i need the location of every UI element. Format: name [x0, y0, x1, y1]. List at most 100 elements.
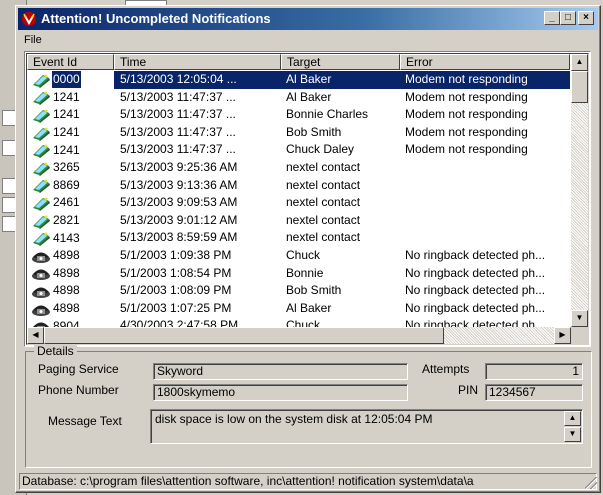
- list-row[interactable]: 0000 5/13/2003 12:05:04 ... Al Baker Modem …: [27, 71, 570, 89]
- close-button[interactable]: ×: [578, 11, 594, 25]
- message-text-value: disk space is low on the system disk at …: [155, 412, 433, 426]
- message-scroll-up-button[interactable]: ▲: [564, 411, 581, 426]
- pager-icon: [30, 125, 52, 141]
- horizontal-scroll-thumb[interactable]: [44, 327, 444, 344]
- cell-event-id: 2461: [27, 194, 114, 212]
- cell-time: 5/13/2003 12:05:04 ...: [114, 71, 281, 89]
- cell-time: 5/13/2003 11:47:37 ...: [120, 107, 236, 122]
- list-row[interactable]: 1241 5/13/2003 11:47:37 ... Bonnie Charles…: [27, 106, 570, 124]
- cell-error: Modem not responding: [405, 142, 528, 157]
- vertical-scrollbar[interactable]: ▲ ▼: [571, 54, 588, 327]
- cell-target: Bonnie: [286, 265, 324, 280]
- list-row[interactable]: 2461 5/13/2003 9:09:53 AM nextel contact: [27, 194, 570, 212]
- list-row[interactable]: 4898 5/1/2003 1:09:38 PM Chuck No ringback …: [27, 247, 570, 265]
- event-id-text: 4898: [53, 265, 80, 280]
- column-header-time[interactable]: Time: [114, 54, 281, 70]
- cell-error: [400, 212, 570, 230]
- scroll-right-button[interactable]: ▶: [554, 327, 571, 344]
- event-id-text: 1241: [53, 107, 80, 122]
- cell-event-id: 1241: [27, 141, 114, 159]
- cell-target: nextel contact: [286, 159, 361, 174]
- cell-error: No ringback detected ph...: [405, 283, 546, 298]
- cell-time: 5/13/2003 11:47:37 ...: [120, 142, 236, 157]
- cell-event-id: 4898: [27, 247, 114, 265]
- status-text: Database: c:\program files\attention sof…: [22, 474, 474, 488]
- details-group-label: Details: [34, 344, 77, 358]
- details-group: Details Paging Service Skyword Attempts …: [25, 344, 592, 468]
- list-row[interactable]: 4898 5/1/2003 1:08:09 PM Bob Smith No ringb…: [27, 282, 570, 300]
- event-id-text: 1241: [53, 142, 80, 157]
- cell-event-id: 4143: [27, 229, 114, 247]
- column-header-error[interactable]: Error: [400, 54, 570, 70]
- cell-time: 5/13/2003 9:13:36 AM: [120, 177, 238, 192]
- notifications-list[interactable]: Event Id Time Target Error 0000 5/13/2003…: [24, 51, 591, 347]
- event-id-text: 8869: [53, 177, 80, 192]
- pager-icon: [30, 177, 52, 194]
- message-scroll-down-button[interactable]: ▼: [564, 427, 581, 442]
- event-id-text: 2461: [53, 195, 80, 210]
- list-row[interactable]: 1241 5/13/2003 11:47:37 ... Chuck Daley Mod…: [27, 141, 570, 159]
- message-text-area[interactable]: disk space is low on the system disk at …: [150, 409, 583, 444]
- cell-error: [400, 194, 570, 212]
- vertical-scroll-thumb[interactable]: [571, 71, 588, 103]
- list-row[interactable]: 4143 5/13/2003 8:59:59 AM nextel contact: [27, 229, 570, 247]
- list-row[interactable]: 4898 5/1/2003 1:07:25 PM Al Baker No ringba…: [27, 300, 570, 318]
- phone-icon: [30, 301, 52, 317]
- menu-file[interactable]: File: [24, 34, 42, 46]
- cell-time: 5/13/2003 8:59:59 AM: [120, 230, 238, 245]
- cell-time: 5/13/2003 9:09:53 AM: [120, 195, 238, 210]
- cell-target: Al Baker: [286, 300, 332, 315]
- cell-time: 5/1/2003 1:07:25 PM: [120, 300, 232, 315]
- cell-target: Al Baker: [286, 89, 332, 104]
- cell-target: nextel contact: [286, 212, 361, 227]
- scroll-down-button[interactable]: ▼: [571, 310, 588, 327]
- event-id-text: 3265: [53, 160, 80, 175]
- event-id-text: 1241: [53, 125, 80, 140]
- column-header-target[interactable]: Target: [281, 54, 400, 70]
- title-bar[interactable]: Attention! Uncompleted Notifications _ □…: [18, 8, 598, 30]
- horizontal-scrollbar[interactable]: ◀ ▶: [27, 327, 571, 344]
- cell-error: Modem not responding: [405, 107, 528, 122]
- cell-time: 5/13/2003 9:25:36 AM: [120, 159, 238, 174]
- resize-grip[interactable]: [585, 477, 597, 489]
- cell-target: nextel contact: [286, 177, 361, 192]
- scroll-left-button[interactable]: ◀: [27, 327, 44, 344]
- phone-icon: [30, 248, 52, 264]
- cell-error: No ringback detected ph...: [405, 300, 546, 315]
- pager-icon: [30, 230, 52, 247]
- list-row[interactable]: 3265 5/13/2003 9:25:36 AM nextel contact: [27, 159, 570, 177]
- paging-service-label: Paging Service: [38, 362, 119, 376]
- cell-error: No ringback detected ph...: [405, 247, 546, 262]
- cell-error: [400, 159, 570, 177]
- phone-icon: [30, 283, 52, 299]
- attempts-field: 1: [485, 363, 583, 380]
- list-rows: 0000 5/13/2003 12:05:04 ... Al Baker Modem …: [27, 71, 570, 335]
- cell-target: Chuck: [286, 247, 321, 262]
- pin-label: PIN: [458, 383, 479, 397]
- message-text-label: Message Text: [48, 414, 122, 428]
- paging-service-field: Skyword: [153, 363, 408, 380]
- cell-event-id: 1241: [27, 89, 114, 107]
- attempts-label: Attempts: [422, 362, 470, 376]
- event-id-text: 2821: [53, 213, 80, 228]
- event-id-text: 0000: [51, 71, 82, 89]
- list-row[interactable]: 2821 5/13/2003 9:01:12 AM nextel contact: [27, 212, 570, 230]
- event-id-text: 4898: [53, 283, 80, 298]
- column-header-event-id[interactable]: Event Id: [27, 54, 114, 70]
- minimize-button[interactable]: _: [544, 11, 560, 25]
- cell-time: 5/13/2003 9:01:12 AM: [120, 212, 238, 227]
- list-row[interactable]: 4898 5/1/2003 1:08:54 PM Bonnie No ringback…: [27, 265, 570, 283]
- cell-target: Al Baker: [281, 71, 400, 89]
- cell-target: nextel contact: [286, 195, 361, 210]
- cell-time: 5/1/2003 1:08:09 PM: [120, 283, 232, 298]
- cell-event-id: 2821: [27, 212, 114, 230]
- maximize-button[interactable]: □: [560, 11, 576, 25]
- cell-error: [400, 229, 570, 247]
- pager-icon: [30, 213, 52, 229]
- pager-icon: [30, 89, 52, 106]
- list-row[interactable]: 8869 5/13/2003 9:13:36 AM nextel contact: [27, 177, 570, 195]
- list-row[interactable]: 1241 5/13/2003 11:47:37 ... Bob Smith Modem…: [27, 124, 570, 142]
- scroll-up-button[interactable]: ▲: [571, 54, 588, 71]
- cell-time: 5/1/2003 1:08:54 PM: [120, 265, 232, 280]
- list-row[interactable]: 1241 5/13/2003 11:47:37 ... Al Baker Modem …: [27, 89, 570, 107]
